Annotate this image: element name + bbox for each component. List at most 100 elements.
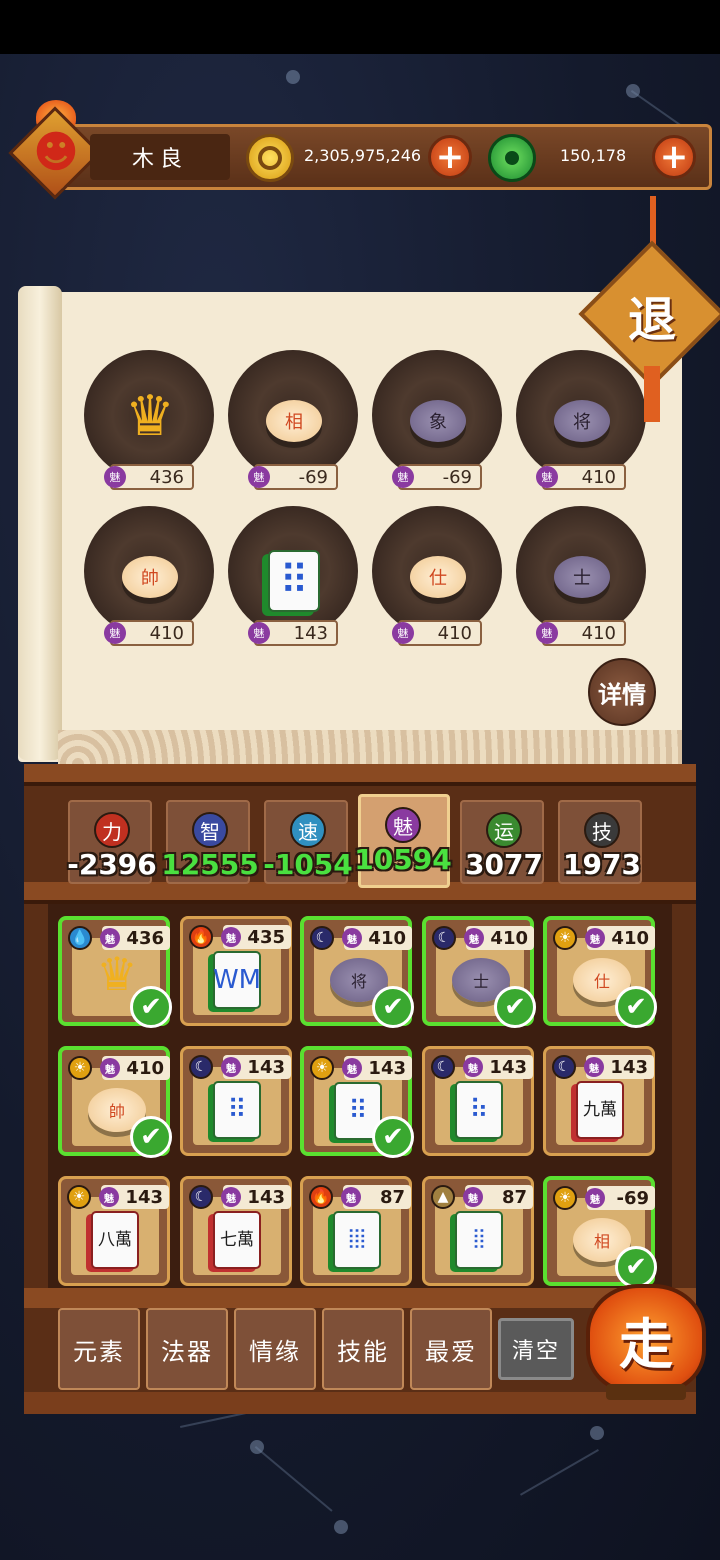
inventory-card[interactable]: ☾ 魅 143 九萬 — [543, 1046, 655, 1156]
charm-badge-icon: 魅 — [585, 928, 605, 948]
chess-piece-icon: 将 — [554, 400, 610, 442]
charm-value-tag: 魅 410 — [536, 464, 626, 490]
scroll-wave-border — [58, 730, 682, 764]
card-charm-value: 87 — [501, 1186, 527, 1208]
charm-value: -69 — [298, 466, 328, 488]
go-button[interactable]: 走 — [586, 1284, 706, 1394]
moon-icon: ☾ — [189, 1185, 213, 1209]
stat-icon: 魅 — [385, 807, 421, 843]
charm-badge-icon: 魅 — [536, 622, 558, 644]
inventory-card[interactable]: ☾ 魅 143 ⠿ — [180, 1046, 292, 1156]
charm-value-tag: 魅 436 — [104, 464, 194, 490]
inventory-card[interactable]: 🔥 魅 87 ⦙⦙⦙ — [300, 1176, 412, 1286]
inventory-card[interactable]: ☀ 魅 410 帥 ✔ — [58, 1046, 172, 1158]
category-tab[interactable]: 技能 — [322, 1308, 404, 1390]
charm-badge-icon: 魅 — [248, 622, 270, 644]
moon-icon: ☾ — [431, 1055, 455, 1079]
sun-icon: ☀ — [553, 926, 577, 950]
stat-tab[interactable]: 智 12555 — [161, 800, 259, 884]
stat-icon: 速 — [290, 812, 326, 848]
inventory-card[interactable]: 💧 魅 436 ♛ ✔ — [58, 916, 172, 1028]
mahjong-tile-icon: ⠿ — [268, 550, 320, 612]
card-charm-value: 143 — [489, 1056, 527, 1078]
chess-piece-icon: 相 — [266, 400, 322, 442]
checkmark-icon: ✔ — [615, 1246, 657, 1288]
add-gold-button[interactable]: + — [428, 135, 472, 179]
charm-badge-icon: 魅 — [100, 1058, 120, 1078]
stat-tab[interactable]: 速 -1054 — [263, 800, 353, 884]
inventory-card[interactable]: ☾ 魅 143 ⠷ — [422, 1046, 534, 1156]
mahjong-tile-icon: 七萬 — [213, 1211, 261, 1269]
category-tab[interactable]: 法器 — [146, 1308, 228, 1390]
card-charm-value: 410 — [126, 1057, 164, 1079]
checkmark-icon: ✔ — [372, 986, 414, 1028]
stat-tab[interactable]: 魅 10594 — [354, 794, 452, 888]
charm-badge-icon: 魅 — [221, 1187, 241, 1207]
inventory-card[interactable]: ☾ 魅 410 士 ✔ — [422, 916, 536, 1028]
inventory-card[interactable]: ☾ 魅 143 七萬 — [180, 1176, 292, 1286]
card-charm-tag: 魅 143 — [99, 1185, 169, 1209]
category-tab[interactable]: 情缘 — [234, 1308, 316, 1390]
card-charm-tag: 魅 143 — [584, 1055, 654, 1079]
clear-button[interactable]: 清空 — [498, 1318, 574, 1380]
inventory-card[interactable]: 🔥 魅 435 WM — [180, 916, 292, 1026]
stat-value: 1973 — [563, 848, 641, 881]
stat-value: 3077 — [465, 848, 543, 881]
charm-badge-icon: 魅 — [342, 1058, 362, 1078]
charm-badge-icon: 魅 — [392, 622, 414, 644]
stat-tab[interactable]: 力 -2396 — [67, 800, 157, 884]
checkmark-icon: ✔ — [130, 986, 172, 1028]
moon-icon: ☾ — [189, 1055, 213, 1079]
demon-mask-icon: ☻ — [33, 126, 79, 178]
checkmark-icon: ✔ — [494, 986, 536, 1028]
charm-badge-icon: 魅 — [221, 927, 241, 947]
inventory-card[interactable]: ☀ 魅 143 ⠿ ✔ — [300, 1046, 414, 1158]
category-tab[interactable]: 最爱 — [410, 1308, 492, 1390]
charm-badge-icon: 魅 — [221, 1057, 241, 1077]
card-charm-tag: 魅 143 — [342, 1056, 412, 1080]
charm-badge-icon: 魅 — [585, 1188, 605, 1208]
inventory-card[interactable]: ☀ 魅 143 八萬 — [58, 1176, 170, 1286]
charm-badge-icon: 魅 — [104, 466, 126, 488]
chess-piece-icon: 士 — [554, 556, 610, 598]
charm-value: -69 — [442, 466, 472, 488]
inventory-card[interactable]: ☀ 魅 -69 相 ✔ — [543, 1176, 657, 1288]
charm-value-tag: 魅 143 — [248, 620, 338, 646]
charm-value: 436 — [149, 466, 184, 488]
charm-badge-icon: 魅 — [342, 928, 362, 948]
card-charm-value: 143 — [610, 1056, 648, 1078]
chess-piece-icon: 帥 — [122, 556, 178, 598]
mahjong-tile-icon: ⠷ — [455, 1081, 503, 1139]
gold-amount: 2,305,975,246 — [304, 146, 422, 165]
card-charm-value: 435 — [247, 926, 285, 948]
add-jade-button[interactable]: + — [652, 135, 696, 179]
gold-coin-icon — [246, 134, 294, 182]
card-charm-tag: 魅 410 — [464, 926, 534, 950]
charm-badge-icon: 魅 — [100, 928, 120, 948]
card-charm-value: 436 — [126, 927, 164, 949]
stat-value: -2396 — [67, 848, 157, 881]
card-charm-tag: 魅 143 — [221, 1055, 291, 1079]
charm-badge-icon: 魅 — [341, 1187, 361, 1207]
stat-tab[interactable]: 运 3077 — [460, 800, 544, 884]
charm-badge-icon: 魅 — [584, 1057, 604, 1077]
chess-piece-icon: 象 — [410, 400, 466, 442]
jade-coin-icon — [488, 134, 536, 182]
exit-button[interactable]: 退 — [612, 280, 692, 350]
sun-icon: ☀ — [68, 1056, 92, 1080]
charm-value-tag: 魅 410 — [536, 620, 626, 646]
card-charm-tag: 魅 143 — [463, 1055, 533, 1079]
category-tab[interactable]: 元素 — [58, 1308, 140, 1390]
stat-tab[interactable]: 技 1973 — [558, 800, 642, 884]
charm-badge-icon: 魅 — [463, 1187, 483, 1207]
mahjong-tile-icon: 九萬 — [576, 1081, 624, 1139]
card-charm-value: 410 — [368, 927, 406, 949]
inventory-card[interactable]: ☾ 魅 410 将 ✔ — [300, 916, 414, 1028]
inventory-card[interactable]: ▲ 魅 87 ⦙⦙ — [422, 1176, 534, 1286]
checkmark-icon: ✔ — [130, 1116, 172, 1158]
mahjong-tile-icon: ⦙⦙⦙ — [333, 1211, 381, 1269]
inventory-card[interactable]: ☀ 魅 410 仕 ✔ — [543, 916, 657, 1028]
detail-button[interactable]: 详情 — [588, 658, 656, 726]
moon-icon: ☾ — [552, 1055, 576, 1079]
stat-value: -1054 — [263, 848, 353, 881]
